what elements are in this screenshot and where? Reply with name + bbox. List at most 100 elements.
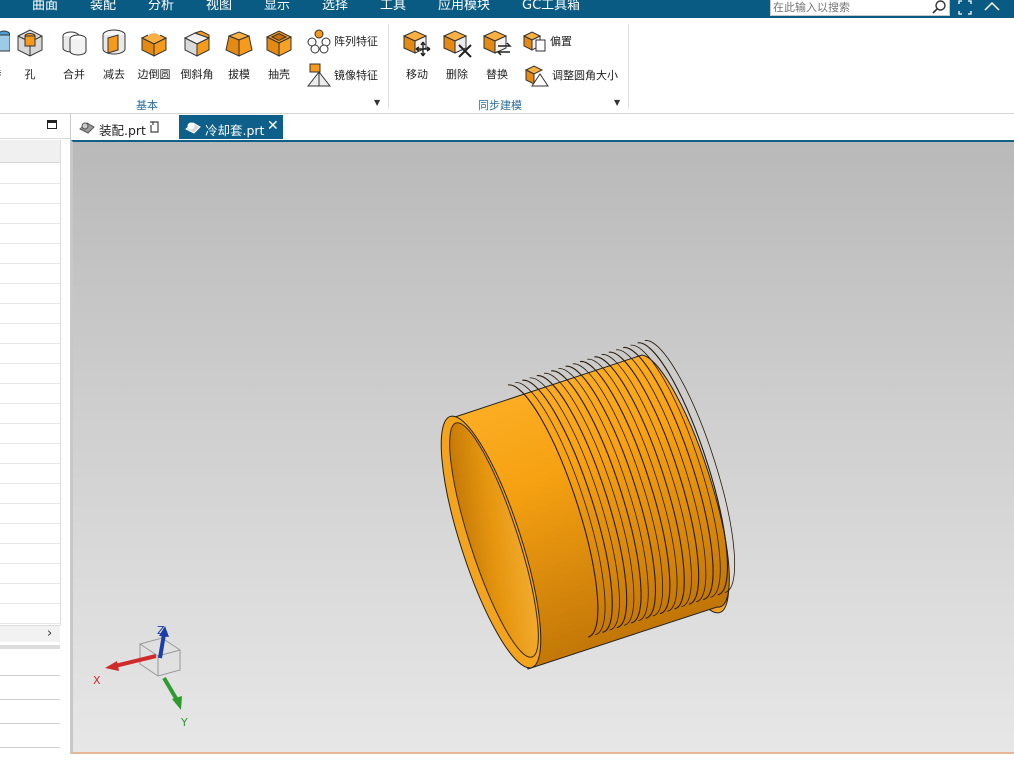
search-box [770, 0, 950, 16]
replace-face-icon [482, 30, 512, 56]
navigator-horizontal-scrollbar[interactable]: › [0, 625, 60, 642]
part-file-icon [185, 122, 201, 134]
replace-face-label: 替换 [486, 68, 508, 81]
menu-surface[interactable]: 曲面 [32, 0, 58, 14]
details-row [0, 723, 60, 724]
navigator-row[interactable] [0, 283, 60, 304]
navigator-header [0, 114, 70, 139]
navigator-row[interactable] [0, 523, 60, 544]
view-triad[interactable]: Z X Y [87, 622, 197, 732]
navigator-row[interactable] [0, 443, 60, 464]
graphics-window[interactable]: Z X Y [71, 140, 1014, 754]
x-axis-label: X [93, 674, 101, 687]
hole-button[interactable]: 孔 [10, 22, 50, 84]
tab-label: 装配.prt [99, 123, 146, 138]
status-bar [0, 754, 1014, 764]
scroll-right-icon[interactable]: › [47, 626, 52, 641]
close-icon[interactable]: ✕ [267, 118, 279, 134]
pattern-feature-button[interactable]: 阵列特征 [306, 28, 396, 54]
refresh-icon[interactable] [149, 121, 160, 133]
group-more-sync-modeling[interactable]: ▼ [614, 98, 620, 107]
delete-face-icon [442, 30, 472, 58]
shell-icon [265, 30, 293, 57]
offset-region-icon [522, 31, 546, 52]
subtract-icon [102, 29, 126, 55]
details-row [0, 699, 60, 700]
part-file-icon [79, 122, 95, 134]
restore-window-icon[interactable] [956, 0, 974, 16]
navigator-row[interactable] [0, 583, 60, 604]
navigator-row[interactable] [0, 343, 60, 364]
resize-blend-label: 调整圆角大小 [552, 69, 618, 82]
menu-display[interactable]: 显示 [264, 0, 290, 14]
replace-face-button[interactable]: 替换 [477, 22, 517, 84]
unite-icon [62, 31, 87, 56]
chamfer-icon [183, 30, 211, 57]
edge-blend-icon [140, 31, 168, 57]
navigator-row[interactable] [0, 243, 60, 264]
navigator-row[interactable] [0, 263, 60, 284]
navigator-row[interactable] [0, 563, 60, 584]
collapse-ribbon-icon[interactable] [983, 0, 1001, 16]
navigator-row[interactable] [0, 603, 60, 624]
navigator-row[interactable] [0, 223, 60, 244]
navigator-row[interactable] [0, 163, 60, 184]
mirror-feature-label: 镜像特征 [334, 69, 378, 82]
y-axis-arrow [162, 676, 182, 710]
menu-select[interactable]: 选择 [322, 0, 348, 14]
navigator-row[interactable] [0, 423, 60, 444]
shell-label: 抽壳 [268, 68, 290, 81]
resize-blend-button[interactable]: 调整圆角大小 [524, 62, 624, 88]
navigator-row[interactable] [0, 303, 60, 324]
offset-region-button[interactable]: 偏置 [522, 28, 612, 54]
group-more-basic[interactable]: ▼ [374, 98, 380, 107]
menu-application[interactable]: 应用模块 [438, 0, 490, 14]
menu-tools[interactable]: 工具 [380, 0, 406, 14]
details-row [0, 675, 60, 676]
navigator-divider [60, 140, 61, 625]
tab-assembly-prt[interactable]: 装配.prt [73, 115, 173, 139]
cylinder-icon [0, 30, 10, 52]
navigator-row[interactable] [0, 503, 60, 524]
navigator-splitter[interactable] [0, 645, 60, 649]
menu-analysis[interactable]: 分析 [148, 0, 174, 14]
navigator-row[interactable] [0, 183, 60, 204]
navigator-row[interactable] [0, 543, 60, 564]
search-icon[interactable] [931, 0, 947, 15]
mirror-feature-button[interactable]: 镜像特征 [306, 62, 396, 88]
chamfer-button[interactable]: 倒斜角 [177, 22, 217, 84]
navigator-column-header[interactable] [0, 140, 60, 163]
group-label-basic: 基本 [136, 99, 158, 112]
search-input[interactable] [773, 0, 921, 14]
x-axis-arrow [105, 654, 157, 671]
menu-gc-toolbox[interactable]: GC工具箱 [522, 0, 580, 14]
navigator-row[interactable] [0, 383, 60, 404]
shell-button[interactable]: 抽壳 [259, 22, 299, 84]
navigator-row[interactable] [0, 483, 60, 504]
y-axis-label: Y [180, 716, 188, 729]
navigator-row[interactable] [0, 203, 60, 224]
maximize-panel-icon[interactable] [47, 120, 57, 129]
draft-icon [225, 31, 253, 57]
group-label-sync-modeling: 同步建模 [478, 99, 522, 112]
edge-blend-button[interactable]: 边倒圆 [134, 22, 174, 84]
pattern-feature-icon [307, 29, 331, 54]
ribbon: 特 孔 合并 减去 [0, 18, 1014, 114]
navigator-row[interactable] [0, 463, 60, 484]
navigator-row[interactable] [0, 403, 60, 424]
navigator-row[interactable] [0, 363, 60, 384]
offset-region-label: 偏置 [550, 35, 572, 48]
part-navigator-panel: › [0, 114, 71, 764]
tab-cooling-jacket-prt[interactable]: 冷却套.prt ✕ [179, 115, 283, 139]
cooling-jacket-model[interactable] [73, 142, 1012, 752]
menu-view[interactable]: 视图 [206, 0, 232, 14]
resize-blend-icon [524, 65, 549, 87]
z-axis-label: Z [157, 624, 165, 637]
menu-bar: 曲面 装配 分析 视图 显示 选择 工具 应用模块 GC工具箱 [0, 0, 1014, 18]
group-separator [628, 24, 629, 108]
navigator-row[interactable] [0, 323, 60, 344]
hole-icon [17, 29, 43, 57]
menu-assembly[interactable]: 装配 [90, 0, 116, 14]
mirror-feature-icon [306, 63, 332, 87]
group-separator [388, 24, 389, 108]
